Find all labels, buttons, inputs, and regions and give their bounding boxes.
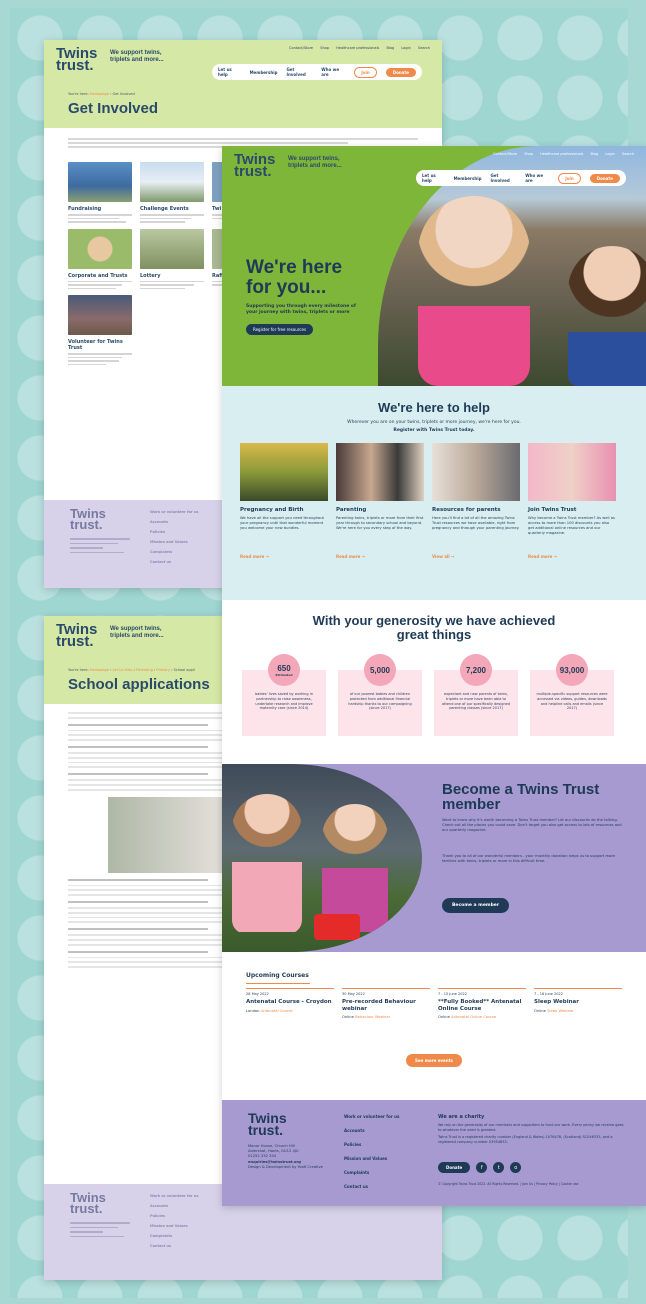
main-nav: Let us help Membership Get Involved Who … xyxy=(212,64,422,80)
course-card[interactable]: 30 May 2022 Pre-recorded Behaviour webina… xyxy=(342,988,430,1019)
card-resources[interactable]: Resources for parents Here you'll find a… xyxy=(432,443,520,559)
stat-card: 7,200 expectant and new parents of twins,… xyxy=(434,654,518,736)
logo[interactable]: Twins trust. We support twins, triplets … xyxy=(56,46,164,73)
twitter-icon[interactable]: t xyxy=(493,1162,505,1173)
stat-card: 93,000 multiple-specific support resource… xyxy=(530,654,614,736)
footer-links: Work or volunteer for us Accounts Polici… xyxy=(150,510,199,564)
instagram-icon[interactable]: o xyxy=(510,1162,522,1173)
footer-logo[interactable]: Twins trust. xyxy=(70,507,106,531)
page-title: School applications xyxy=(68,676,210,693)
toplink[interactable]: Search xyxy=(622,152,634,156)
footer-link[interactable]: Contact us xyxy=(344,1184,399,1189)
footer-donate-button[interactable]: Donate xyxy=(438,1162,471,1173)
donate-button[interactable]: Donate xyxy=(589,173,620,183)
main-nav: Let us help Membership Get Involved Who … xyxy=(416,170,626,186)
section-title: We're here to help xyxy=(378,400,490,415)
view-all-link[interactable]: View all → xyxy=(432,554,520,559)
toplink[interactable]: Healthcare professionals xyxy=(336,46,379,50)
toplink[interactable]: Contact/Store xyxy=(289,46,313,50)
card-lottery[interactable]: Lottery xyxy=(140,228,204,289)
nav-item-get-involved[interactable]: Get Involved xyxy=(490,173,516,183)
footer-link[interactable]: Mission and Values xyxy=(344,1156,399,1161)
card-challenge-events[interactable]: Challenge Events xyxy=(140,162,204,223)
logo[interactable]: Twins trust. We support twins, triplets … xyxy=(234,152,342,179)
nav-item[interactable]: Let us help xyxy=(218,67,241,77)
course-card[interactable]: 7 - 15 June 2022 **Fully Booked** Antenat… xyxy=(438,988,526,1019)
course-card[interactable]: 28 May 2022 Antenatal Course - Croydon Lon… xyxy=(246,988,334,1019)
toplink[interactable]: Login xyxy=(605,152,614,156)
footer-email[interactable]: enquiries@twinstrust.org xyxy=(248,1160,301,1164)
register-button[interactable]: Register for free resources xyxy=(246,324,314,335)
hero-subheading: Supporting you through every milestone o… xyxy=(246,304,356,315)
top-links: Contact/Store Shop Healthcare profession… xyxy=(487,152,634,156)
stat-card: 650 Estimated babies' lives saved by worki… xyxy=(242,654,326,736)
donate-button[interactable]: Donate xyxy=(385,67,416,77)
read-more-link[interactable]: Read more → xyxy=(528,554,616,559)
generosity-section: With your generosity we have achieved gr… xyxy=(222,600,646,764)
membership-section: Become a Twins Trust member Want to know… xyxy=(222,764,646,952)
footer-link[interactable]: Work or volunteer for us xyxy=(344,1114,399,1119)
card-join[interactable]: Join Twins Trust Why become a Twins Trus… xyxy=(528,443,616,559)
register-link[interactable]: Register with Twins Trust today. xyxy=(222,428,646,433)
hero-heading: We're here for you... xyxy=(246,257,343,298)
read-more-link[interactable]: Read more → xyxy=(240,554,328,559)
page-header: Twins trust. We support twins, triplets … xyxy=(44,40,442,128)
card-fundraising[interactable]: Fundraising xyxy=(68,162,132,223)
breadcrumb: You're here: Homepage › Let Us Help › Pa… xyxy=(68,668,195,672)
toplink[interactable]: Contact/Store xyxy=(493,152,517,156)
charity-info: We are a charity We rely on the generosi… xyxy=(438,1114,624,1144)
facebook-icon[interactable]: f xyxy=(476,1162,488,1173)
nav-item-membership[interactable]: Membership xyxy=(454,176,482,181)
footer-address: Manor House, Church Hill Aldershot, Hant… xyxy=(248,1144,323,1169)
become-member-button[interactable]: Become a member xyxy=(442,898,510,913)
nav-item[interactable]: Membership xyxy=(250,70,278,75)
toplink[interactable]: Shop xyxy=(320,46,329,50)
footer-link[interactable]: Policies xyxy=(344,1142,399,1147)
toplink[interactable]: Blog xyxy=(591,152,599,156)
card-parenting[interactable]: Parenting Parenting twins, triplets or m… xyxy=(336,443,424,559)
see-more-events-button[interactable]: See more events xyxy=(406,1054,462,1067)
toplink[interactable]: Login xyxy=(401,46,410,50)
course-card[interactable]: 7 - 16 June 2022 Sleep Webinar Online Slee… xyxy=(534,988,622,1019)
card-corporate[interactable]: Corporate and Trusts xyxy=(68,228,132,289)
footer-link[interactable]: Complaints xyxy=(344,1170,399,1175)
nav-item-who-we-are[interactable]: Who we are xyxy=(525,173,549,183)
copyright: © Copyright Twins Trust 2022. All Rights… xyxy=(438,1182,579,1186)
footer-address xyxy=(70,538,130,556)
top-links: Contact/Store Shop Healthcare profession… xyxy=(283,46,430,50)
nav-item[interactable]: Get Involved xyxy=(286,67,312,77)
social-row: Donate f t o xyxy=(438,1162,522,1173)
stat-card: 5,000 of our poorest babies and children … xyxy=(338,654,422,736)
toplink[interactable]: Healthcare professionals xyxy=(540,152,583,156)
homepage: Twins trust. We support twins, triplets … xyxy=(222,146,646,1206)
help-section: We're here to help Wherever you are on y… xyxy=(222,386,646,600)
breadcrumb: You're here: Homepage › Get Involved xyxy=(68,92,135,96)
footer-logo[interactable]: Twins trust. xyxy=(248,1111,287,1137)
read-more-link[interactable]: Read more → xyxy=(336,554,424,559)
footer-address xyxy=(70,1222,130,1240)
teal-background: Twins trust. We support twins, triplets … xyxy=(10,8,646,1298)
section-title: Upcoming Courses xyxy=(246,972,310,984)
nav-item[interactable]: Who we are xyxy=(321,67,345,77)
section-title: With your generosity we have achieved gr… xyxy=(312,613,556,642)
toplink[interactable]: Blog xyxy=(387,46,395,50)
footer-logo[interactable]: Twins trust. xyxy=(70,1191,106,1215)
membership-photo xyxy=(222,764,422,952)
toplink[interactable]: Shop xyxy=(524,152,533,156)
join-button[interactable]: Join xyxy=(354,66,377,78)
site-footer: Twins trust. Manor House, Church Hill Ald… xyxy=(222,1100,646,1206)
courses-section: Upcoming Courses 28 May 2022 Antenatal Co… xyxy=(222,952,646,1100)
join-button[interactable]: Join xyxy=(558,172,581,184)
footer-link[interactable]: Accounts xyxy=(344,1128,399,1133)
hero-section: Twins trust. We support twins, triplets … xyxy=(222,146,646,386)
card-pregnancy[interactable]: Pregnancy and Birth We have all the supp… xyxy=(240,443,328,559)
card-volunteer[interactable]: Volunteer for Twins Trust xyxy=(68,295,132,365)
toplink[interactable]: Search xyxy=(418,46,430,50)
footer-links: Work or volunteer for us Accounts Polici… xyxy=(150,1194,199,1248)
page-title: Get Involved xyxy=(68,100,159,117)
nav-item-let-us-help[interactable]: Let us help xyxy=(422,173,445,183)
footer-links: Work or volunteer for us Accounts Polici… xyxy=(344,1114,399,1198)
section-title: Become a Twins Trust member xyxy=(442,781,600,813)
logo[interactable]: Twins trust. We support twins, triplets … xyxy=(56,622,164,649)
